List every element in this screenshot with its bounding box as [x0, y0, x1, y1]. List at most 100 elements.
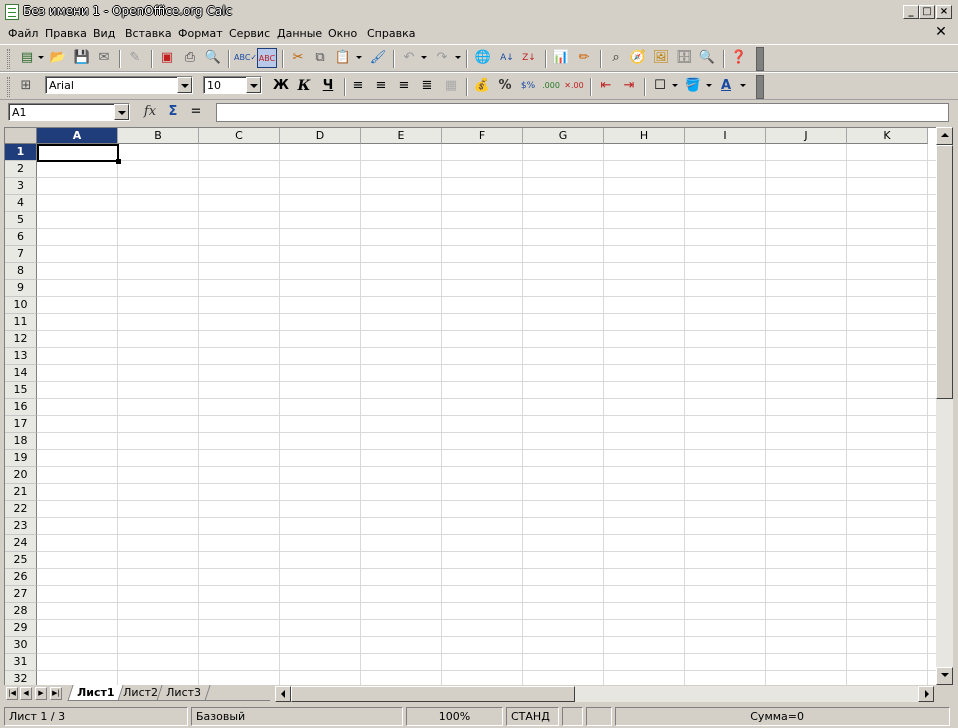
row-header-24[interactable]: 24: [5, 535, 37, 552]
font-name-dropdown-icon[interactable]: [177, 77, 192, 93]
row-header-2[interactable]: 2: [5, 161, 37, 178]
row-header-32[interactable]: 32: [5, 671, 37, 685]
row-header-10[interactable]: 10: [5, 297, 37, 314]
menu-file[interactable]: Файл: [8, 27, 38, 40]
row-header-21[interactable]: 21: [5, 484, 37, 501]
standard-format-icon[interactable]: $%: [518, 76, 538, 96]
menu-help[interactable]: Справка: [367, 27, 415, 40]
status-insert-mode[interactable]: СТАНД: [506, 707, 559, 726]
row-header-29[interactable]: 29: [5, 620, 37, 637]
spreadsheet-grid[interactable]: ABCDEFGHIJK 1 2 3 4 5 6 7 8 9 10 11 12 13 14 15 16 17 18 1…: [4, 127, 937, 685]
row-header-31[interactable]: 31: [5, 654, 37, 671]
row-header-15[interactable]: 15: [5, 382, 37, 399]
scroll-down-icon[interactable]: [936, 667, 953, 685]
font-size-dropdown-icon[interactable]: [246, 77, 261, 93]
help-icon[interactable]: ❓: [729, 48, 749, 68]
row-header-14[interactable]: 14: [5, 365, 37, 382]
font-size-combo[interactable]: 10: [203, 76, 262, 94]
row-header-5[interactable]: 5: [5, 212, 37, 229]
clone-formatting-icon[interactable]: 🖌: [368, 48, 388, 68]
row-header-26[interactable]: 26: [5, 569, 37, 586]
row-header-28[interactable]: 28: [5, 603, 37, 620]
vertical-scrollbar[interactable]: [936, 127, 953, 685]
data-sources-icon[interactable]: 🗄: [674, 48, 694, 68]
column-header-h[interactable]: H: [604, 128, 685, 144]
borders-icon[interactable]: ☐: [650, 76, 670, 96]
row-header-30[interactable]: 30: [5, 637, 37, 654]
decrease-indent-icon[interactable]: ⇤: [596, 76, 616, 96]
sort-ascending-icon[interactable]: A↓: [497, 48, 517, 68]
column-header-g[interactable]: G: [523, 128, 604, 144]
row-header-25[interactable]: 25: [5, 552, 37, 569]
open-icon[interactable]: 📂: [48, 48, 68, 68]
show-draw-functions-icon[interactable]: ✏: [574, 48, 594, 68]
sort-descending-icon[interactable]: Z↓: [519, 48, 539, 68]
menu-window[interactable]: Окно: [328, 27, 357, 40]
edit-file-icon[interactable]: ✎: [125, 48, 145, 68]
function-wizard-icon[interactable]: fx: [140, 102, 160, 122]
scroll-up-icon[interactable]: [936, 127, 953, 145]
row-header-19[interactable]: 19: [5, 450, 37, 467]
column-header-f[interactable]: F: [442, 128, 523, 144]
align-center-icon[interactable]: ≡: [371, 76, 391, 96]
horizontal-scrollbar[interactable]: [275, 686, 934, 702]
status-selection-mode[interactable]: [562, 707, 583, 726]
row-header-18[interactable]: 18: [5, 433, 37, 450]
minimize-button[interactable]: _: [903, 5, 919, 19]
maximize-button[interactable]: □: [919, 5, 935, 19]
row-header-9[interactable]: 9: [5, 280, 37, 297]
align-right-icon[interactable]: ≡: [394, 76, 414, 96]
close-window-button[interactable]: ×: [936, 5, 952, 19]
toolbar-grip[interactable]: [7, 49, 10, 69]
email-icon[interactable]: ✉: [94, 48, 114, 68]
column-header-c[interactable]: C: [199, 128, 280, 144]
redo-icon[interactable]: ↷: [432, 48, 452, 68]
row-header-11[interactable]: 11: [5, 314, 37, 331]
align-left-icon[interactable]: ≡: [348, 76, 368, 96]
toolbar-overflow[interactable]: [756, 47, 764, 71]
menu-tools[interactable]: Сервис: [229, 27, 270, 40]
add-decimal-icon[interactable]: .000: [541, 76, 561, 96]
toolbar-overflow-2[interactable]: [756, 75, 764, 99]
sum-icon[interactable]: Σ: [163, 102, 183, 122]
row-header-23[interactable]: 23: [5, 518, 37, 535]
row-header-1[interactable]: 1: [5, 144, 37, 161]
scroll-left-icon[interactable]: [275, 686, 291, 702]
italic-button[interactable]: К: [294, 76, 314, 96]
font-color-icon[interactable]: A: [716, 76, 736, 96]
horizontal-scroll-thumb[interactable]: [291, 686, 575, 702]
row-header-7[interactable]: 7: [5, 246, 37, 263]
name-box-dropdown-icon[interactable]: [114, 104, 129, 120]
last-sheet-icon[interactable]: ▶|: [50, 687, 62, 700]
row-header-13[interactable]: 13: [5, 348, 37, 365]
column-header-e[interactable]: E: [361, 128, 442, 144]
scroll-right-icon[interactable]: [918, 686, 934, 702]
merge-cells-icon[interactable]: ▦: [441, 76, 461, 96]
row-header-4[interactable]: 4: [5, 195, 37, 212]
underline-button[interactable]: Ч: [318, 76, 338, 96]
gallery-icon[interactable]: 🖼: [651, 48, 671, 68]
column-header-d[interactable]: D: [280, 128, 361, 144]
row-header-22[interactable]: 22: [5, 501, 37, 518]
copy-icon[interactable]: ⧉: [310, 48, 330, 68]
function-equals-icon[interactable]: =: [186, 102, 206, 122]
font-name-combo[interactable]: Arial: [45, 76, 193, 94]
undo-icon[interactable]: ↶: [399, 48, 419, 68]
bold-button[interactable]: Ж: [271, 76, 291, 96]
print-preview-icon[interactable]: 🔍: [203, 48, 223, 68]
vertical-scroll-thumb[interactable]: [936, 145, 953, 399]
currency-format-icon[interactable]: 💰: [472, 76, 492, 96]
column-header-i[interactable]: I: [685, 128, 766, 144]
toolbar-grip-2[interactable]: [7, 77, 10, 97]
select-all-corner[interactable]: [5, 128, 37, 144]
new-document-icon[interactable]: ▤: [17, 48, 37, 68]
column-header-k[interactable]: K: [847, 128, 928, 144]
save-icon[interactable]: 💾: [72, 48, 92, 68]
status-page-style[interactable]: Базовый: [191, 707, 403, 726]
navigator-icon[interactable]: 🧭: [628, 48, 648, 68]
cut-icon[interactable]: ✂: [288, 48, 308, 68]
insert-chart-icon[interactable]: 📊: [551, 48, 571, 68]
zoom-icon[interactable]: 🔍: [697, 48, 717, 68]
delete-decimal-icon[interactable]: ✕.00: [564, 76, 584, 96]
row-header-3[interactable]: 3: [5, 178, 37, 195]
